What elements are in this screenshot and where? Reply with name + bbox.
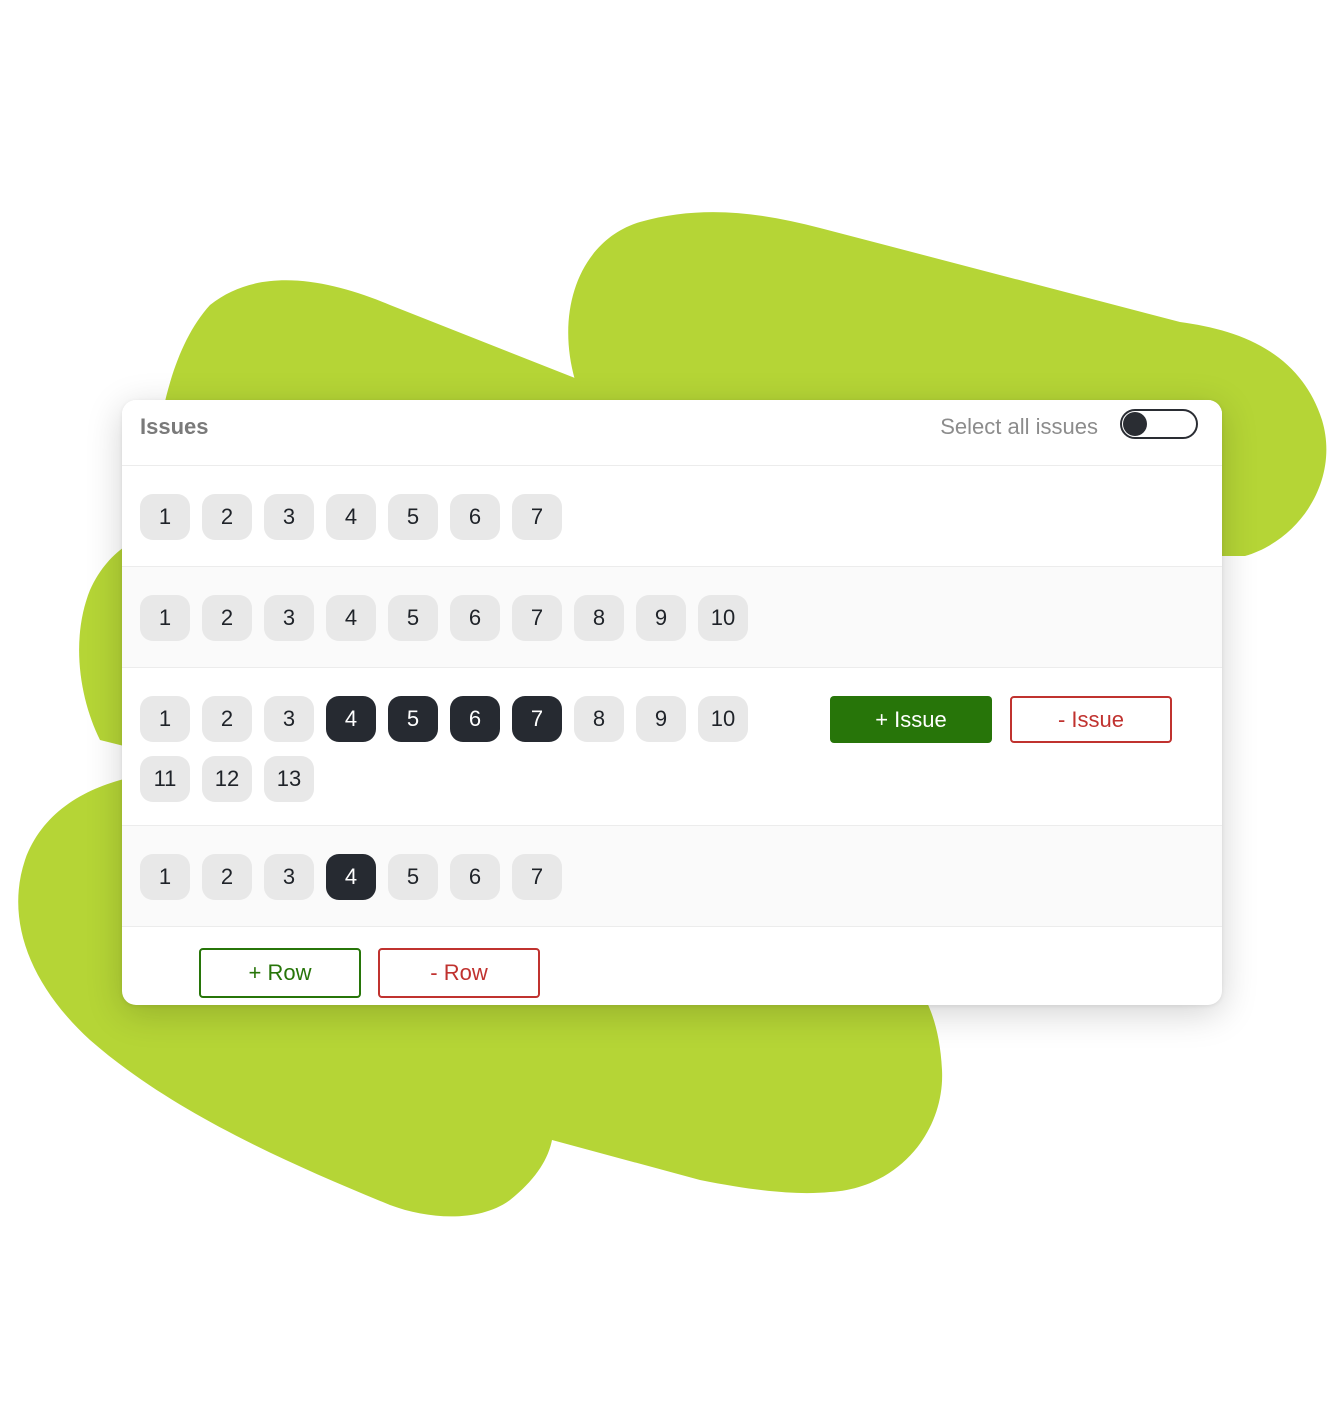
issue-cell[interactable]: 6 (450, 696, 500, 742)
remove-issue-button[interactable]: - Issue (1010, 696, 1172, 743)
issue-cell[interactable]: 10 (698, 595, 748, 641)
issue-cell[interactable]: 1 (140, 595, 190, 641)
issue-cell[interactable]: 5 (388, 494, 438, 540)
issue-cells: 1234567 (140, 854, 780, 900)
panel-title: Issues (140, 414, 209, 439)
issue-cell[interactable]: 7 (512, 854, 562, 900)
issue-cell[interactable]: 8 (574, 696, 624, 742)
issue-cell[interactable]: 1 (140, 494, 190, 540)
issue-cell[interactable]: 2 (202, 494, 252, 540)
issue-cell[interactable]: 8 (574, 595, 624, 641)
panel-footer: + Row - Row (122, 927, 1222, 1005)
issue-cell[interactable]: 9 (636, 595, 686, 641)
issue-cell[interactable]: 4 (326, 696, 376, 742)
issues-panel: Issues Select all issues 1234567 1234567… (122, 400, 1222, 1005)
issue-cell[interactable]: 7 (512, 494, 562, 540)
issue-cell[interactable]: 4 (326, 595, 376, 641)
issue-cell[interactable]: 3 (264, 696, 314, 742)
issue-cell[interactable]: 11 (140, 756, 190, 802)
issue-cells: 1234567 (140, 494, 780, 540)
issue-cell[interactable]: 6 (450, 494, 500, 540)
issue-cell[interactable]: 1 (140, 854, 190, 900)
issue-cell[interactable]: 6 (450, 595, 500, 641)
issue-cell[interactable]: 13 (264, 756, 314, 802)
panel-header: Issues Select all issues (122, 400, 1222, 466)
select-all-label: Select all issues (940, 414, 1098, 439)
issue-cell[interactable]: 4 (326, 494, 376, 540)
select-all-toggle[interactable] (1120, 409, 1198, 439)
issue-cell[interactable]: 4 (326, 854, 376, 900)
issue-cell[interactable]: 3 (264, 854, 314, 900)
issue-cells: 1 2 3 4 5 6 7 8 9 10 (140, 595, 780, 641)
issue-cell[interactable]: 12 (202, 756, 252, 802)
issue-cell[interactable]: 2 (202, 696, 252, 742)
issue-row: 1 2 3 4 5 6 7 8 9 10 11 12 13 + Issue - Issue (122, 668, 1222, 826)
add-issue-button[interactable]: + Issue (830, 696, 992, 743)
issue-cell[interactable]: 3 (264, 595, 314, 641)
issue-cell[interactable]: 9 (636, 696, 686, 742)
issue-row: 1234567 (122, 826, 1222, 927)
issue-cells: 1 2 3 4 5 6 7 8 9 10 11 12 13 (140, 696, 780, 802)
issue-cell[interactable]: 2 (202, 854, 252, 900)
issue-cell[interactable]: 7 (512, 696, 562, 742)
issue-cell[interactable]: 10 (698, 696, 748, 742)
issue-row: 1234567 (122, 466, 1222, 567)
issue-cell[interactable]: 1 (140, 696, 190, 742)
issue-cell[interactable]: 7 (512, 595, 562, 641)
issue-cell[interactable]: 5 (388, 595, 438, 641)
issue-cell[interactable]: 3 (264, 494, 314, 540)
issue-cell[interactable]: 5 (388, 854, 438, 900)
toggle-knob (1123, 412, 1147, 436)
remove-row-button[interactable]: - Row (378, 948, 540, 998)
add-row-button[interactable]: + Row (199, 948, 361, 998)
issue-row: 1 2 3 4 5 6 7 8 9 10 (122, 567, 1222, 668)
issue-cell[interactable]: 5 (388, 696, 438, 742)
issue-cell[interactable]: 2 (202, 595, 252, 641)
issue-cell[interactable]: 6 (450, 854, 500, 900)
